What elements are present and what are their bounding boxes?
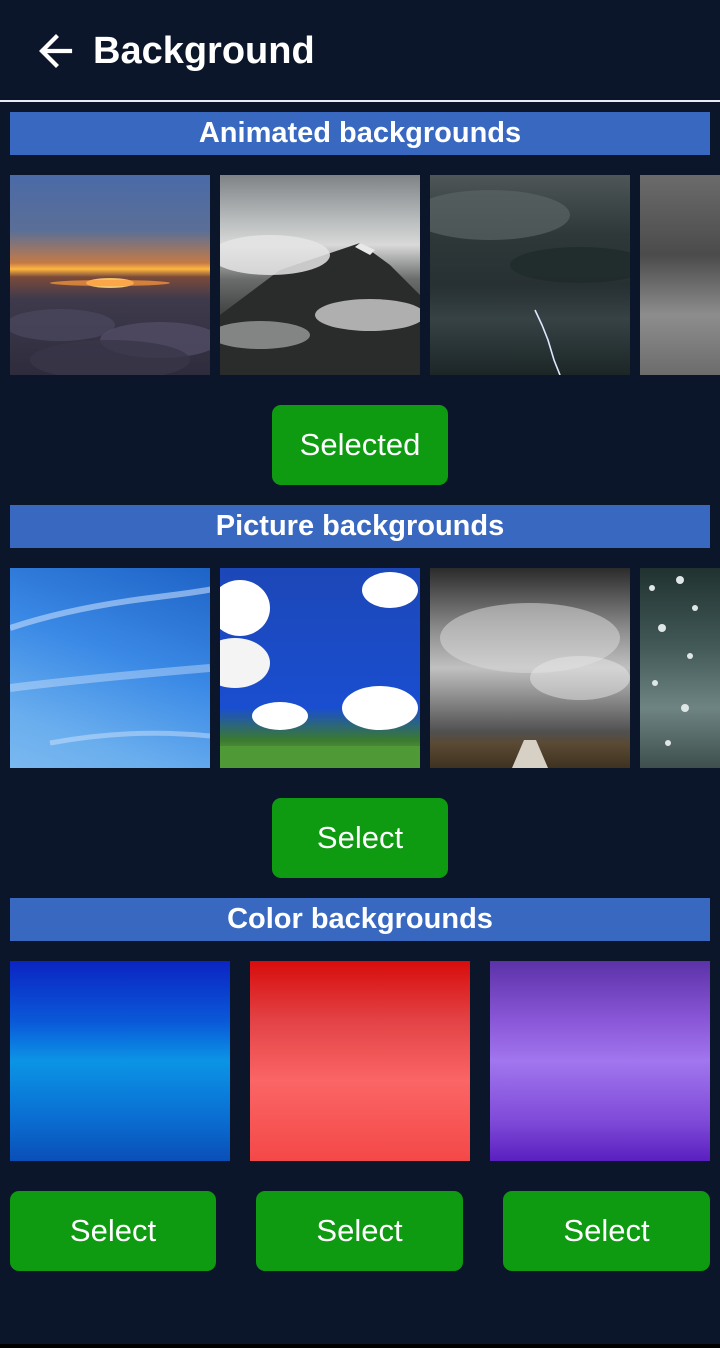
sunset-image [10,278,210,375]
color-blue-select-button[interactable]: Select [10,1191,216,1271]
picture-thumb-clouds-grass[interactable] [220,568,420,768]
color-swatch-red[interactable] [250,961,470,1161]
storm-road-image [440,603,630,768]
picture-backgrounds-strip[interactable] [0,568,720,768]
color-swatch-blue[interactable] [10,961,230,1161]
color-purple-select-button[interactable]: Select [503,1191,710,1271]
animated-backgrounds-strip[interactable] [0,175,720,375]
picture-select-button[interactable]: Select [272,798,448,878]
blue-sky-image [10,586,210,746]
color-swatch-purple[interactable] [490,961,710,1161]
page-title: Background [93,30,315,72]
bottom-edge [0,1344,720,1348]
animated-thumb-mountain[interactable] [220,175,420,375]
arrow-left-icon [39,34,73,68]
storm-image [430,190,630,375]
color-red-select-button[interactable]: Select [256,1191,463,1271]
section-header-picture: Picture backgrounds [10,505,710,548]
back-button[interactable] [34,28,80,74]
mountain-image [220,235,420,375]
animated-thumb-storm[interactable] [430,175,630,375]
rain-drops-image [649,576,698,746]
animated-thumb-grey-water[interactable] [640,175,720,375]
animated-selected-button[interactable]: Selected [272,405,448,485]
section-header-animated: Animated backgrounds [10,112,710,155]
app-bar: Background [0,0,720,100]
header-divider [0,100,720,102]
picture-thumb-storm-road[interactable] [430,568,630,768]
picture-thumb-blue-sky[interactable] [10,568,210,768]
picture-thumb-rain-drops[interactable] [640,568,720,768]
clouds-grass-image [220,572,420,768]
section-header-color: Color backgrounds [10,898,710,941]
animated-thumb-sunset[interactable] [10,175,210,375]
